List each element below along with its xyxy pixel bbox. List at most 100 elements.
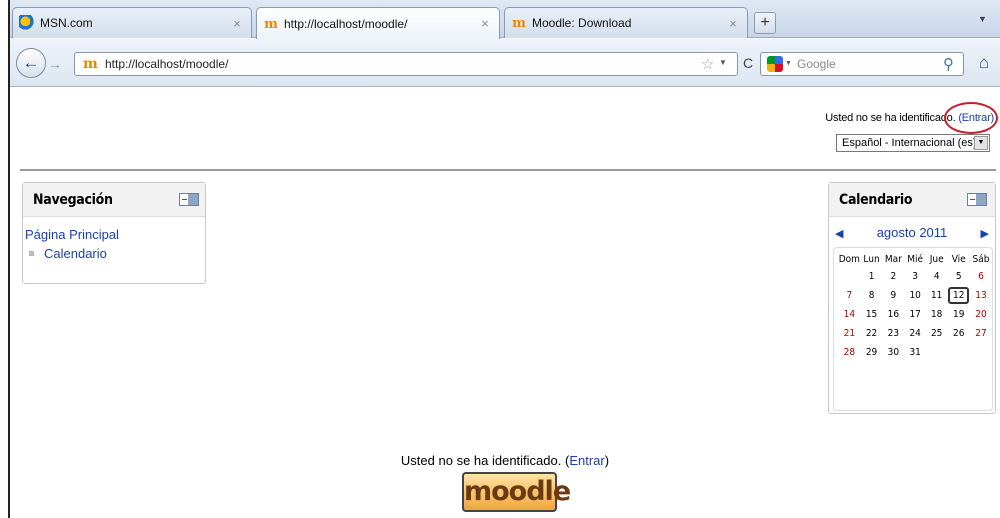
calendar-day[interactable]: 18 <box>926 305 947 324</box>
calendar-day[interactable]: 20 <box>970 305 992 324</box>
calendar-day[interactable]: 26 <box>947 324 970 343</box>
calendar-week-row: 123456 <box>838 267 992 286</box>
moodle-icon: m <box>83 56 98 72</box>
calendar-day[interactable]: 14 <box>838 305 861 324</box>
navigation-item-label[interactable]: Calendario <box>44 246 107 261</box>
calendar-day-today[interactable]: 12 <box>947 286 970 305</box>
bullet-icon <box>29 251 34 256</box>
calendar-day[interactable]: 25 <box>926 324 947 343</box>
calendar-day[interactable]: 24 <box>904 324 926 343</box>
close-icon[interactable]: × <box>477 16 493 31</box>
calendar-day[interactable]: 31 <box>904 343 926 362</box>
weekday-header: Lun <box>863 254 880 265</box>
close-icon[interactable]: × <box>229 16 245 31</box>
weekday-header: Vie <box>951 254 966 265</box>
dock-block-icon[interactable] <box>967 193 987 206</box>
calendar-week-row: 14 15 16 17 18 19 20 <box>838 305 992 324</box>
calendar-day[interactable]: 7 <box>838 286 861 305</box>
calendar-day[interactable]: 9 <box>882 286 904 305</box>
calendar-week-row: 7 8 9 10 11 12 13 <box>838 286 992 305</box>
calendar-day[interactable]: 1 <box>861 267 883 286</box>
footer-login-link[interactable]: Entrar <box>569 453 604 468</box>
calendar-day[interactable]: 4 <box>926 267 947 286</box>
calendar-day[interactable]: 21 <box>838 324 861 343</box>
weekday-header: Sáb <box>972 254 990 265</box>
moodle-icon: m <box>512 16 526 31</box>
chevron-down-icon[interactable]: ▼ <box>974 136 988 150</box>
next-month-icon[interactable]: ▶ <box>981 227 989 240</box>
calendar-day[interactable]: 13 <box>970 286 992 305</box>
weekday-header: Jue <box>929 254 944 265</box>
calendar-day[interactable]: 5 <box>947 267 970 286</box>
tab-msn[interactable]: MSN.com × <box>12 7 252 38</box>
calendar-day[interactable]: 23 <box>882 324 904 343</box>
history-dropdown-icon[interactable]: ▼ <box>719 58 727 67</box>
search-placeholder[interactable]: Google <box>797 57 836 71</box>
moodle-logo[interactable]: moodle <box>462 472 571 512</box>
home-page-link[interactable]: Página Principal <box>25 227 205 242</box>
navigation-item-calendar[interactable]: Calendario <box>25 246 205 261</box>
calendar-day[interactable]: 29 <box>861 343 883 362</box>
calendar-day[interactable]: 10 <box>904 286 926 305</box>
close-icon[interactable]: × <box>725 16 741 31</box>
calendar-day[interactable]: 19 <box>947 305 970 324</box>
calendar-day[interactable]: 16 <box>882 305 904 324</box>
calendar-week-row: 28 29 30 31 <box>838 343 992 362</box>
calendar-day[interactable]: 11 <box>926 286 947 305</box>
calendar-day[interactable]: 2 <box>882 267 904 286</box>
calendar-block: Calendario ◀ agosto 2011 ▶ Dom Lun Mar Mié J… <box>828 182 996 414</box>
calendar-day[interactable]: 6 <box>970 267 992 286</box>
calendar-day <box>970 343 992 362</box>
calendar-day <box>947 343 970 362</box>
calendar-day[interactable]: 28 <box>838 343 861 362</box>
calendar-day[interactable]: 22 <box>861 324 883 343</box>
calendar-month-link[interactable]: agosto 2011 <box>829 225 995 240</box>
new-tab-button[interactable]: + <box>754 12 776 34</box>
browser-window: MSN.com × m http://localhost/moodle/ × m… <box>8 0 1000 518</box>
weekday-header: Dom <box>838 254 860 265</box>
language-select[interactable]: Español - Internacional (es) ▼ <box>836 134 990 152</box>
calendar-day <box>926 343 947 362</box>
weekday-header: Mar <box>884 254 902 265</box>
weekday-header: Mié <box>907 254 924 265</box>
calendar-week-row: 21 22 23 24 25 26 27 <box>838 324 992 343</box>
address-bar[interactable]: m http://localhost/moodle/ ☆ ▼ <box>74 52 738 76</box>
dock-block-icon[interactable] <box>179 193 199 206</box>
highlight-circle <box>944 102 998 134</box>
navigation-block: Navegación Página Principal Calendario <box>22 182 206 284</box>
navigation-toolbar: ← → m http://localhost/moodle/ ☆ ▼ C ▼ G… <box>10 39 1000 87</box>
calendar-day[interactable]: 17 <box>904 305 926 324</box>
google-icon[interactable] <box>767 56 783 72</box>
moodle-icon: m <box>264 16 278 32</box>
tab-title: http://localhost/moodle/ <box>284 16 408 31</box>
calendar-day[interactable]: 3 <box>904 267 926 286</box>
tab-moodle-localhost[interactable]: m http://localhost/moodle/ × <box>256 7 500 39</box>
calendar-day[interactable]: 8 <box>861 286 883 305</box>
bookmark-star-icon[interactable]: ☆ <box>701 55 714 73</box>
forward-button[interactable]: → <box>48 54 72 74</box>
search-icon[interactable]: ⚲ <box>943 55 954 73</box>
calendar-day <box>838 267 861 286</box>
search-bar[interactable]: ▼ Google ⚲ <box>760 52 964 76</box>
calendar-day[interactable]: 30 <box>882 343 904 362</box>
tab-moodle-download[interactable]: m Moodle: Download × <box>504 7 748 38</box>
calendar-day[interactable]: 27 <box>970 324 992 343</box>
msn-icon <box>19 15 35 31</box>
calendar-grid-frame: Dom Lun Mar Mié Jue Vie Sáb 1 2 3 4 5 6 7 8 9 10 11 12 13 1… <box>833 247 993 411</box>
calendar-day[interactable]: 15 <box>861 305 883 324</box>
tab-title: MSN.com <box>40 16 93 30</box>
search-engine-dropdown-icon[interactable]: ▼ <box>785 60 792 67</box>
calendar-grid: Dom Lun Mar Mié Jue Vie Sáb 1 2 3 4 5 6 7 8 9 10 11 12 13 1… <box>838 252 992 362</box>
tab-title: Moodle: Download <box>532 16 632 30</box>
reload-button[interactable]: C <box>740 55 756 73</box>
list-tabs-icon[interactable]: ▼ <box>978 14 987 24</box>
header-divider <box>20 169 996 171</box>
address-text[interactable]: http://localhost/moodle/ <box>105 57 228 71</box>
today-marker[interactable]: 12 <box>947 287 970 304</box>
navigation-block-title: Navegación <box>23 183 205 217</box>
back-button[interactable]: ← <box>16 48 46 78</box>
tab-strip: MSN.com × m http://localhost/moodle/ × m… <box>10 0 1000 39</box>
home-button[interactable]: ⌂ <box>972 52 996 76</box>
page-content: Usted no se ha identificado. (Entrar) Es… <box>10 88 1000 518</box>
footer-login-status-text: Usted no se ha identificado. <box>400 453 562 468</box>
